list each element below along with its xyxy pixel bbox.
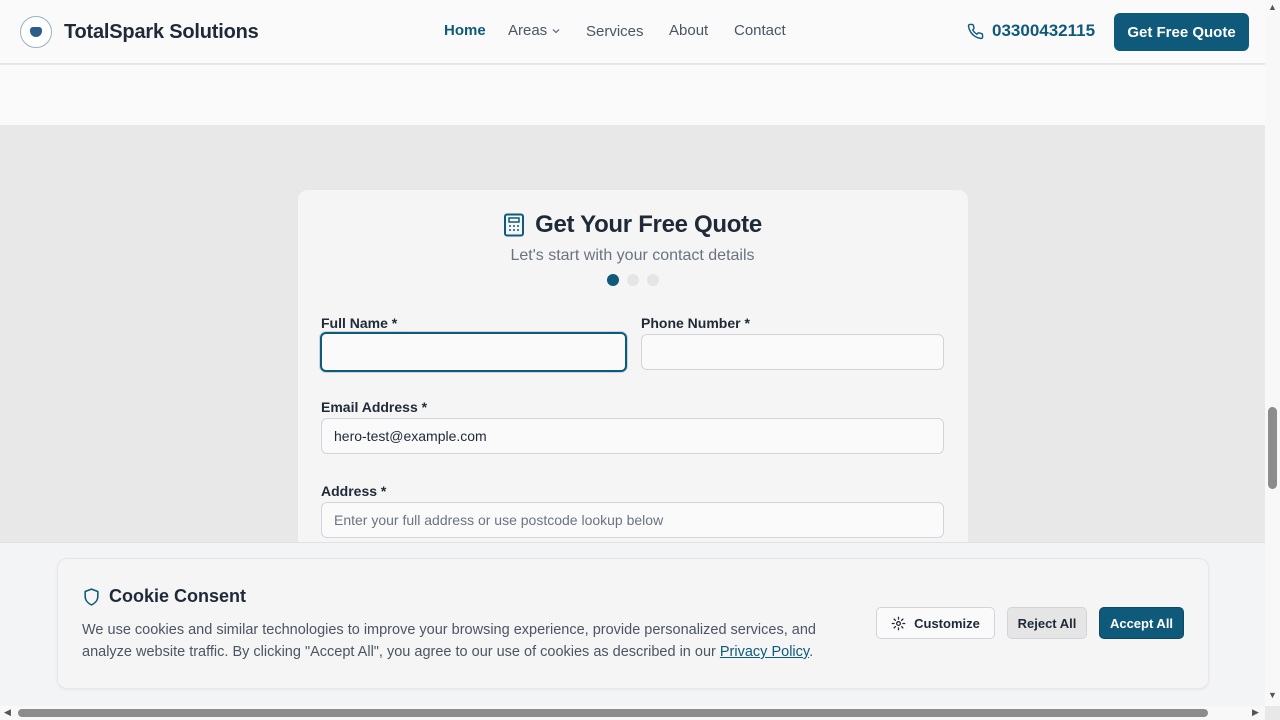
step-indicator bbox=[607, 274, 659, 286]
step-dot-2 bbox=[627, 274, 639, 286]
customize-label: Customize bbox=[914, 615, 980, 631]
top-navbar: TotalSpark Solutions Home Areas Services… bbox=[0, 0, 1265, 64]
phone-icon bbox=[967, 23, 984, 39]
scroll-right-arrow-icon[interactable]: ▶ bbox=[1252, 707, 1259, 718]
horizontal-scroll-thumb[interactable] bbox=[18, 709, 1208, 717]
customize-button[interactable]: Customize bbox=[876, 607, 995, 639]
calculator-icon bbox=[504, 213, 525, 237]
reject-all-button[interactable]: Reject All bbox=[1007, 607, 1087, 639]
step-dot-1 bbox=[607, 274, 619, 286]
phone-number-label: Phone Number * bbox=[641, 315, 750, 331]
scroll-left-arrow-icon[interactable]: ◀ bbox=[4, 707, 11, 718]
shield-icon bbox=[84, 587, 99, 606]
cookie-text-end: . bbox=[809, 644, 814, 660]
hero-band bbox=[0, 65, 1265, 125]
accept-all-button[interactable]: Accept All bbox=[1099, 607, 1184, 639]
phone-number-field[interactable] bbox=[641, 334, 944, 370]
quote-form-title: Get Your Free Quote bbox=[0, 211, 1265, 239]
email-label: Email Address * bbox=[321, 399, 428, 415]
quote-title: Get Your Free Quote bbox=[535, 211, 762, 238]
nav-home[interactable]: Home bbox=[444, 22, 486, 39]
phone-number: 03300432115 bbox=[992, 21, 1096, 40]
brand[interactable]: TotalSpark Solutions bbox=[20, 16, 259, 48]
brand-name: TotalSpark Solutions bbox=[64, 20, 259, 43]
nav-about[interactable]: About bbox=[669, 22, 708, 39]
vertical-scrollbar[interactable] bbox=[1265, 0, 1280, 706]
email-field[interactable] bbox=[321, 418, 944, 454]
brand-logo bbox=[20, 16, 52, 48]
vertical-scroll-thumb[interactable] bbox=[1268, 407, 1277, 489]
nav-areas[interactable]: Areas bbox=[508, 22, 561, 39]
gear-icon bbox=[891, 616, 906, 630]
phone-link[interactable]: 03300432115 bbox=[967, 21, 1095, 41]
address-field[interactable] bbox=[321, 502, 944, 538]
cookie-title: Cookie Consent bbox=[109, 586, 247, 606]
address-label: Address * bbox=[321, 483, 387, 499]
full-name-label: Full Name * bbox=[321, 315, 398, 331]
privacy-policy-link[interactable]: Privacy Policy bbox=[720, 644, 809, 660]
nav-services[interactable]: Services bbox=[586, 23, 644, 40]
quote-subtitle: Let's start with your contact details bbox=[510, 247, 755, 264]
get-free-quote-button[interactable]: Get Free Quote bbox=[1114, 13, 1249, 51]
nav-areas-label: Areas bbox=[508, 22, 548, 39]
full-name-field[interactable] bbox=[320, 332, 627, 372]
step-dot-3 bbox=[647, 274, 659, 286]
nav-contact[interactable]: Contact bbox=[734, 22, 786, 39]
cookie-text-body: We use cookies and similar technologies … bbox=[82, 622, 816, 660]
chevron-down-icon bbox=[552, 28, 560, 33]
scroll-up-arrow-icon[interactable]: ▲ bbox=[1268, 2, 1277, 12]
cookie-description: We use cookies and similar technologies … bbox=[82, 619, 852, 663]
cookie-header: Cookie Consent bbox=[82, 586, 246, 607]
scroll-down-arrow-icon[interactable]: ▼ bbox=[1268, 690, 1277, 700]
